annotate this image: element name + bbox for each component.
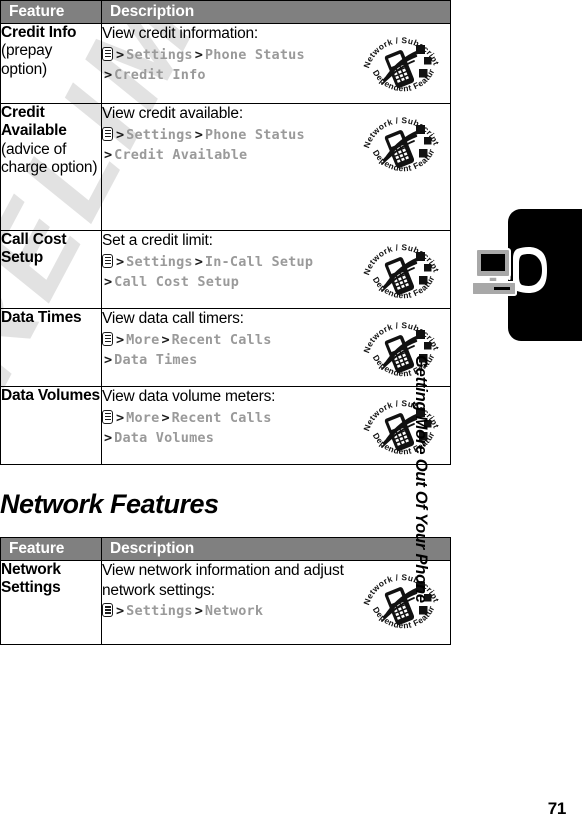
menu-path-item: Phone Status [204, 126, 305, 143]
column-header-description: Description [101, 0, 451, 25]
feature-name-cell: Data Times [0, 308, 102, 388]
path-separator: > [104, 67, 113, 84]
section-heading-network-features: Network Features [0, 489, 219, 520]
network-feature-table: Feature Description Network Settings View… [0, 537, 451, 646]
menu-path-item: Settings [126, 603, 193, 620]
path-separator: > [104, 430, 113, 447]
menu-key-icon [102, 253, 113, 268]
feature-subtext: (prepay option) [1, 42, 53, 78]
feature-name: Data Volumes [1, 387, 100, 405]
path-separator: > [194, 46, 203, 63]
path-separator: > [116, 331, 125, 348]
path-separator: > [116, 126, 125, 143]
column-header-feature: Feature [0, 0, 102, 25]
chapter-label: Getting More Out Of Your Phone [412, 355, 430, 603]
feature-name: Network Settings [1, 561, 61, 597]
table-row: Data Volumes View data volume meters: > Mor… [0, 386, 451, 467]
feature-description-cell: View credit information: > Settings > Phone … [101, 23, 451, 105]
menu-path-item: Recent Calls [171, 409, 272, 426]
menu-path-item: Call Cost Setup [114, 274, 240, 291]
feature-description-cell: Set a credit limit: > Settings > In-Call Set… [101, 230, 451, 311]
menu-key-icon [102, 46, 113, 61]
path-separator: > [116, 409, 125, 426]
table-row: Data Times View data call timers: > More > Re… [0, 308, 451, 389]
menu-key-icon [102, 603, 113, 618]
page-number: 71 [547, 799, 567, 818]
network-dependent-feature-icon: Network / Subscription Dependent Feature [358, 565, 444, 641]
table-header-row: Feature Description [0, 0, 451, 25]
feature-name: Data Times [1, 309, 82, 327]
table-body: Network Settings View network information… [0, 560, 451, 646]
computer-phone-icon [470, 239, 556, 301]
table-row: Credit Info (prepay option) View credit i… [0, 23, 451, 105]
table-row: Network Settings View network information… [0, 560, 451, 646]
path-separator: > [104, 274, 113, 291]
table-row: Credit Available (advice of charge optio… [0, 103, 451, 232]
menu-path-item: Data Times [114, 352, 198, 369]
network-dependent-feature-icon: Network / Subscription Dependent Feature [358, 108, 444, 184]
feature-name-cell: Network Settings [0, 560, 102, 646]
menu-path-item: Settings [126, 126, 193, 143]
feature-name: Call Cost Setup [1, 231, 67, 267]
network-dependent-feature-icon: Network / Subscription Dependent Feature [358, 391, 444, 467]
feature-description-cell: View data volume meters: > More > Recent Cal… [101, 386, 451, 467]
path-separator: > [116, 253, 125, 270]
path-separator: > [104, 147, 113, 164]
table-body: Credit Info (prepay option) View credit i… [0, 23, 451, 467]
page-content: Feature Description Credit Info (prepay … [0, 0, 452, 646]
feature-subtext: (advice of charge option) [1, 140, 98, 176]
feature-description-cell: View network information and adjust netw… [101, 560, 451, 646]
path-separator: > [194, 603, 203, 620]
path-separator: > [194, 253, 203, 270]
path-separator: > [104, 352, 113, 369]
network-dependent-feature-icon: Network / Subscription Dependent Feature [358, 235, 444, 311]
menu-path-item: Network [204, 603, 264, 620]
column-header-feature: Feature [0, 537, 102, 562]
path-separator: > [194, 126, 203, 143]
menu-path-item: Settings [126, 253, 193, 270]
menu-path-item: Recent Calls [171, 331, 272, 348]
feature-name-cell: Data Volumes [0, 386, 102, 466]
feature-name-cell: Credit Available (advice of charge optio… [0, 103, 102, 232]
feature-description-cell: View credit available: > Settings > Phone St… [101, 103, 451, 232]
menu-path-item: Settings [126, 46, 193, 63]
menu-path-item: Credit Available [114, 147, 248, 164]
path-separator: > [116, 603, 125, 620]
network-dependent-feature-icon: Network / Subscription Dependent Feature [358, 313, 444, 389]
path-separator: > [116, 46, 125, 63]
menu-path-item: Data Volumes [114, 430, 215, 447]
table-row: Call Cost Setup Set a credit limit: > Setti… [0, 230, 451, 311]
column-header-description: Description [101, 537, 451, 562]
menu-key-icon [102, 409, 113, 424]
feature-name-cell: Call Cost Setup [0, 230, 102, 310]
table-header-row: Feature Description [0, 537, 451, 562]
menu-path-item: More [126, 331, 160, 348]
menu-path-item: Phone Status [204, 46, 305, 63]
menu-path-item: Credit Info [114, 67, 206, 84]
path-separator: > [161, 331, 170, 348]
menu-path-item: More [126, 409, 160, 426]
call-cost-feature-table: Feature Description Credit Info (prepay … [0, 0, 451, 467]
network-dependent-feature-icon: Network / Subscription Dependent Feature [358, 28, 444, 104]
feature-description-cell: View data call timers: > More > Recent Calls… [101, 308, 451, 389]
path-separator: > [161, 409, 170, 426]
feature-name-cell: Credit Info (prepay option) [0, 23, 102, 105]
menu-key-icon [102, 126, 113, 141]
feature-name: Credit Info [1, 24, 77, 42]
feature-name: Credit Available [1, 104, 67, 140]
menu-path-item: In-Call Setup [204, 253, 314, 270]
menu-key-icon [102, 331, 113, 346]
